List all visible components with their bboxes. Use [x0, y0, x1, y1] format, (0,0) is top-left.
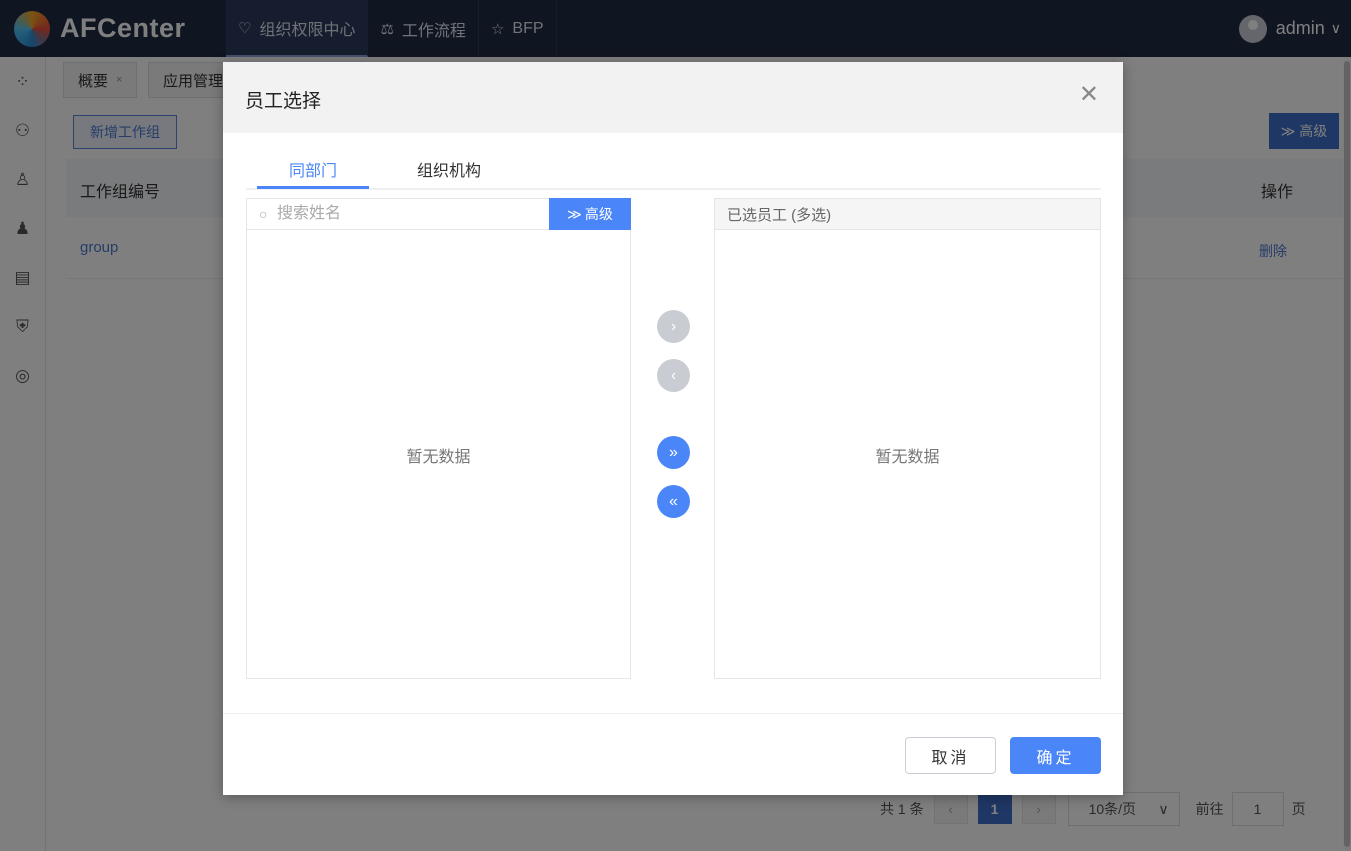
dialog-footer: 取消 确定 — [223, 713, 1123, 795]
employee-select-dialog: 员工选择 ✕ 同部门 组织机构 ○ ≫ 高级 暂无数据 › ‹ » « 已选员工… — [223, 62, 1123, 795]
move-left-button[interactable]: ‹ — [657, 359, 690, 392]
search-row: ○ ≫ 高级 — [247, 198, 631, 230]
empty-text: 暂无数据 — [875, 449, 940, 466]
candidate-panel: ○ ≫ 高级 暂无数据 — [246, 198, 631, 679]
dialog-title: 员工选择 — [245, 91, 322, 112]
search-icon: ○ — [259, 206, 268, 222]
search-input[interactable] — [277, 199, 545, 229]
chevron-double-down-icon: ≫ — [567, 205, 582, 222]
move-all-right-button[interactable]: » — [657, 436, 690, 469]
dialog-header: 员工选择 ✕ — [223, 62, 1123, 133]
move-all-left-button[interactable]: « — [657, 485, 690, 518]
confirm-button[interactable]: 确定 — [1010, 737, 1101, 774]
cancel-button[interactable]: 取消 — [905, 737, 996, 774]
tab-organization[interactable]: 组织机构 — [417, 157, 481, 181]
advanced-button[interactable]: ≫ 高级 — [549, 198, 631, 230]
close-icon[interactable]: ✕ — [1079, 80, 1099, 109]
selected-panel-header: 已选员工 (多选) — [715, 199, 1100, 230]
dialog-tabs: 同部门 组织机构 — [246, 147, 1101, 190]
active-tab-indicator — [257, 186, 369, 189]
advanced-label: 高级 — [584, 206, 613, 222]
tab-same-department[interactable]: 同部门 — [289, 157, 337, 181]
empty-text: 暂无数据 — [406, 449, 471, 466]
selected-panel: 已选员工 (多选) 暂无数据 — [714, 198, 1101, 679]
move-right-button[interactable]: › — [657, 310, 690, 343]
